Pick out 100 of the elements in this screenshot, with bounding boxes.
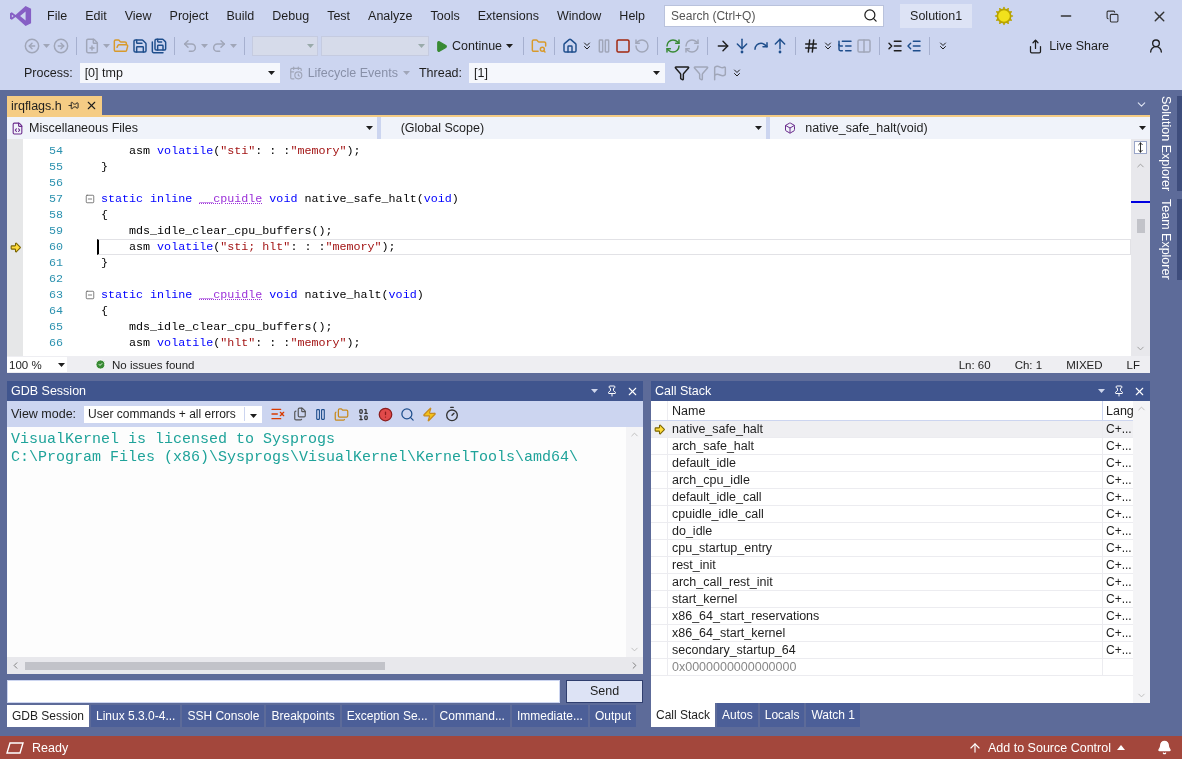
scroll-thumb[interactable]	[1136, 219, 1145, 233]
frame-name: x86_64_start_kernel	[668, 625, 1103, 641]
table-row[interactable]: 0x0000000000000000	[651, 659, 1133, 676]
menu-item[interactable]: Help	[610, 9, 655, 23]
caret-icon	[653, 71, 661, 75]
table-row[interactable]: arch_safe_halt C+...	[651, 438, 1133, 455]
menu-item[interactable]: File	[38, 9, 77, 23]
process-dropdown[interactable]: [0] tmp	[79, 63, 280, 83]
panel-tab[interactable]: Command...	[434, 705, 510, 727]
save-all-icon[interactable]	[151, 38, 167, 54]
menu-item[interactable]: View	[115, 9, 161, 23]
restore-icon[interactable]	[1106, 9, 1119, 23]
document-tab[interactable]: irqflags.h	[7, 96, 102, 115]
view-mode-dropdown[interactable]: User commands + all errors	[83, 404, 264, 424]
table-row[interactable]: cpuidle_idle_call C+...	[651, 506, 1133, 523]
side-tab[interactable]: Solution Explorer	[1150, 96, 1182, 192]
search-field[interactable]: Search (Ctrl+Q)	[664, 5, 885, 27]
table-row[interactable]: x86_64_start_kernel C+...	[651, 625, 1133, 642]
bell-icon[interactable]	[1157, 740, 1172, 755]
command-input[interactable]	[7, 679, 560, 703]
code-line: mds_idle_clear_cpu_buffers();	[128, 223, 334, 239]
dropdown-icon[interactable]	[591, 389, 598, 393]
hash-icon[interactable]	[803, 38, 820, 54]
continue-button[interactable]: Continue	[432, 39, 517, 53]
panel-tab[interactable]: Watch 1	[806, 703, 860, 727]
language-cell-text: C+...	[1105, 626, 1133, 640]
scroll-thumb[interactable]	[25, 661, 385, 670]
menu-item[interactable]: Analyze	[359, 9, 422, 23]
pause-icon[interactable]	[314, 407, 328, 421]
live-share-button[interactable]: Live Share	[1022, 37, 1115, 55]
filter-icon[interactable]	[674, 65, 691, 81]
code-line: static inline __cpuidle void native_safe_halt(void)	[100, 191, 460, 207]
scope-dropdown[interactable]: (Global Scope)	[380, 117, 767, 139]
side-tab[interactable]: Team Explorer	[1150, 199, 1182, 280]
menu-item[interactable]: Tools	[421, 9, 469, 23]
stop-icon[interactable]	[615, 38, 632, 54]
panel-tab[interactable]: GDB Session	[7, 705, 90, 727]
panel-tab[interactable]: Locals	[759, 703, 805, 727]
table-row[interactable]: default_idle C+...	[651, 455, 1133, 472]
table-row[interactable]: x86_64_start_reservations C+...	[651, 608, 1133, 625]
thread-dropdown[interactable]: [1]	[469, 63, 666, 83]
panel-tab[interactable]: Immediate...	[511, 705, 588, 727]
dropdown-icon[interactable]	[1098, 389, 1105, 393]
indent-icon[interactable]	[887, 38, 904, 54]
breakpoint-icon[interactable]	[378, 406, 394, 422]
save-icon[interactable]	[132, 38, 148, 54]
menu-item[interactable]: Edit	[76, 9, 116, 23]
caret-icon	[402, 71, 410, 75]
home-icon[interactable]	[562, 38, 579, 54]
panel-tab[interactable]: Autos	[717, 703, 758, 727]
panel-tab[interactable]: Breakpoints	[266, 705, 340, 727]
code-line: static inline __cpuidle void native_halt(void)	[100, 287, 425, 303]
logo-icon	[10, 5, 32, 27]
language-cell-text: C+...	[1105, 558, 1133, 572]
zoom-dropdown[interactable]: 100 %	[7, 357, 67, 372]
split-handle-icon[interactable]	[1134, 141, 1147, 154]
pin-icon[interactable]	[606, 385, 618, 397]
menu-item[interactable]: Debug	[263, 9, 319, 23]
member-dropdown[interactable]: native_safe_halt(void)	[770, 117, 1150, 139]
table-row[interactable]: do_idle C+...	[651, 523, 1133, 540]
panel-tab[interactable]: SSH Console	[182, 705, 265, 727]
table-row[interactable]: cpu_startup_entry C+...	[651, 540, 1133, 557]
lightning-icon[interactable]	[422, 406, 438, 422]
folders-icon[interactable]	[334, 406, 350, 422]
menu-item[interactable]: Extensions	[468, 9, 548, 23]
table-row[interactable]: arch_cpu_idle C+...	[651, 472, 1133, 489]
menu-item[interactable]: Test	[318, 9, 360, 23]
copy-icon[interactable]	[293, 407, 308, 421]
caret-icon	[267, 71, 275, 75]
menu-item[interactable]: Window	[547, 9, 611, 23]
collapse-icon[interactable]	[85, 194, 95, 204]
gear-icon[interactable]	[994, 6, 1015, 26]
project-dropdown[interactable]: Miscellaneous Files	[7, 117, 377, 139]
table-row[interactable]: start_kernel C+...	[651, 591, 1133, 608]
panel-tab[interactable]: Output	[589, 705, 636, 727]
search-icon[interactable]	[400, 406, 416, 422]
line-number: 56	[47, 176, 64, 190]
panel-title: Call Stack	[655, 384, 713, 398]
stopwatch-icon[interactable]	[444, 406, 461, 422]
menu-item[interactable]: Build	[217, 9, 264, 23]
search-icon	[863, 8, 879, 23]
send-button[interactable]: Send	[566, 679, 643, 703]
table-row[interactable]: arch_call_rest_init C+...	[651, 574, 1133, 591]
clear-icon[interactable]	[270, 406, 287, 422]
pin-icon[interactable]	[1113, 385, 1125, 397]
panel-tab[interactable]: Linux 5.3.0-4...	[91, 705, 181, 727]
panel-tab[interactable]: Exception Se...	[341, 705, 433, 727]
table-row[interactable]: secondary_startup_64 C+...	[651, 642, 1133, 659]
menu-item[interactable]: Project	[160, 9, 218, 23]
table-row[interactable]: rest_init C+...	[651, 557, 1133, 574]
table-row[interactable]: native_safe_halt C+...	[651, 421, 1133, 438]
list-tree-icon[interactable]	[837, 38, 854, 54]
pin-icon[interactable]	[67, 100, 79, 111]
outdent-icon[interactable]	[906, 38, 923, 54]
table-row[interactable]: default_idle_call C+...	[651, 489, 1133, 506]
collapse-icon[interactable]	[85, 290, 95, 300]
source-control-button[interactable]: Add to Source Control	[962, 739, 1131, 756]
code-line: mds_idle_clear_cpu_buffers();	[128, 319, 334, 335]
refresh-icon[interactable]	[665, 38, 682, 54]
panel-tab[interactable]: Call Stack	[651, 703, 716, 727]
